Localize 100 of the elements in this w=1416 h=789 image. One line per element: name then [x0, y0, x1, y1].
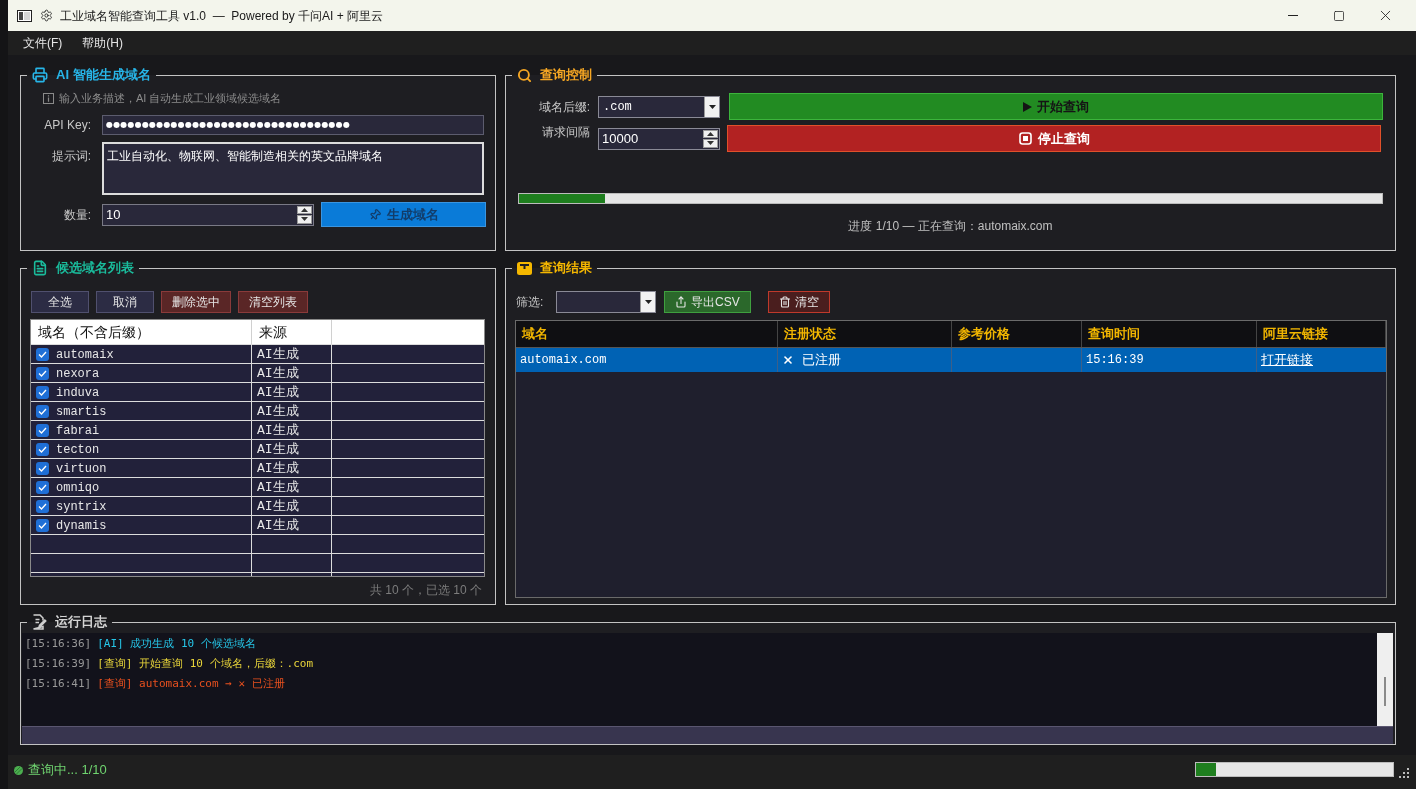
- panel-title: 查询控制: [540, 66, 592, 84]
- column-header: 参考价格: [952, 321, 1082, 347]
- status-dot-icon: [14, 765, 23, 775]
- status-text: 已注册: [802, 351, 841, 370]
- api-key-field[interactable]: ●●●●●●●●●●●●●●●●●●●●●●●●●●●●●●●●●●: [102, 115, 484, 135]
- table-cell: 15:16:39: [1082, 348, 1257, 372]
- list-button[interactable]: 删除选中: [161, 291, 231, 313]
- table-cell: AI生成: [252, 440, 332, 460]
- panel-title: 候选域名列表: [56, 259, 134, 277]
- field-label: 请求间隔: [541, 124, 590, 141]
- table-row[interactable]: automaix.com 已注册 15:16:39 打开链接: [516, 348, 1386, 372]
- document-icon: [32, 260, 48, 276]
- table-cell: AI生成: [252, 516, 332, 536]
- domain-name: syntrix: [56, 498, 107, 516]
- caret-down-icon: [644, 300, 652, 304]
- domain-name: automaix: [56, 346, 114, 364]
- filter-label: 筛选:: [516, 294, 545, 311]
- caret-up-icon: [301, 207, 308, 212]
- gear-icon: [40, 9, 53, 22]
- caret-down-icon: [301, 217, 308, 222]
- field-label: API Key:: [43, 117, 91, 134]
- maximize-icon: [1333, 9, 1345, 22]
- column-header: 域名: [516, 321, 778, 347]
- spin-down-button[interactable]: [297, 215, 312, 224]
- checkbox[interactable]: [36, 386, 49, 400]
- checkbox[interactable]: [36, 481, 49, 495]
- menu-item[interactable]: 帮助(H): [74, 32, 131, 54]
- checkbox[interactable]: [36, 424, 49, 438]
- log-message: [AI] 成功生成 10 个候选域名: [97, 635, 256, 652]
- checkbox[interactable]: [36, 405, 49, 419]
- interval-spinbox[interactable]: 10000: [598, 127, 720, 150]
- table-cell: AI生成: [252, 459, 332, 479]
- domain-name: omniqo: [56, 479, 100, 497]
- start-query-button[interactable]: 开始查询: [729, 93, 1383, 120]
- window-title: 工业域名智能查询工具 v1.0 — Powered by 千问AI + 阿里云: [60, 7, 384, 25]
- checkbox[interactable]: [36, 462, 49, 476]
- spin-up-button[interactable]: [703, 129, 718, 138]
- list-button[interactable]: 清空列表: [238, 291, 308, 313]
- column-header: 来源: [252, 320, 332, 344]
- log-message: [查询] automaix.com → ✕ 已注册: [97, 675, 285, 692]
- domain-name: smartis: [56, 403, 107, 421]
- spin-up-button[interactable]: [297, 205, 312, 214]
- domain-name: tecton: [56, 441, 100, 459]
- column-header: 阿里云链接: [1257, 321, 1386, 347]
- field-label: 数量:: [62, 206, 91, 224]
- table-cell: AI生成: [252, 402, 332, 422]
- search-icon: [517, 67, 532, 83]
- checkbox[interactable]: [36, 348, 49, 362]
- prompt-field[interactable]: 工业自动化、物联网、智能制造相关的英文品牌域名: [102, 142, 484, 195]
- status-text: 查询中... 1/10: [28, 762, 107, 778]
- field-label: 提示词:: [50, 148, 91, 165]
- domain-name: dynamis: [56, 517, 107, 535]
- table-cell: AI生成: [252, 497, 332, 517]
- upload-icon: [675, 296, 687, 308]
- checkbox[interactable]: [36, 519, 49, 533]
- table-cell: AI生成: [252, 345, 332, 365]
- summary-text: 共 10 个，已选 10 个: [368, 582, 483, 598]
- spin-down-button[interactable]: [703, 139, 718, 148]
- stop-query-button[interactable]: 停止查询: [727, 125, 1381, 152]
- log-message: [查询] 开始查询 10 个域名，后缀：.com: [97, 655, 314, 672]
- table-cell: AI生成: [252, 421, 332, 441]
- list-button[interactable]: 全选: [31, 291, 89, 313]
- open-link[interactable]: 打开链接: [1261, 350, 1313, 370]
- resize-grip-icon: [1398, 767, 1410, 779]
- caret-down-icon: [708, 104, 716, 109]
- dropdown-button[interactable]: [640, 292, 655, 312]
- menu-item[interactable]: 文件(F): [15, 32, 71, 54]
- toolbar-button[interactable]: 清空: [767, 291, 830, 313]
- play-icon: [1023, 101, 1032, 112]
- domain-name: fabrai: [56, 422, 100, 440]
- table-cell: AI生成: [252, 383, 332, 403]
- column-header: 域名（不含后缀）: [31, 320, 252, 344]
- caret-down-icon: [707, 141, 714, 146]
- panel-title: 运行日志: [55, 613, 107, 631]
- info-icon: [43, 92, 54, 104]
- checkbox[interactable]: [36, 500, 49, 514]
- quantity-spinbox[interactable]: 10: [102, 203, 314, 226]
- hint-text: 输入业务描述，AI 自动生成工业领域候选域名: [59, 91, 282, 105]
- dropdown-button[interactable]: [704, 96, 719, 117]
- checkbox[interactable]: [36, 367, 49, 381]
- log-time: [15:16:36]: [25, 635, 92, 652]
- toolbar-button[interactable]: 导出CSV: [664, 291, 751, 313]
- printer-icon: [32, 67, 48, 83]
- table-cell: AI生成: [252, 478, 332, 498]
- table-cell: automaix.com: [516, 348, 778, 372]
- domain-name: virtuon: [56, 460, 107, 478]
- panel-title: 查询结果: [540, 259, 592, 277]
- domain-name: nexora: [56, 365, 100, 383]
- table-cell: AI生成: [252, 364, 332, 384]
- column-header: 查询时间: [1082, 321, 1257, 347]
- filter-select[interactable]: [556, 291, 656, 313]
- list-button[interactable]: 取消: [96, 291, 154, 313]
- checkbox[interactable]: [36, 443, 49, 457]
- minimize-icon: [1288, 15, 1298, 16]
- caret-up-icon: [707, 131, 714, 136]
- log-time: [15:16:39]: [25, 655, 92, 672]
- field-label: 域名后缀:: [537, 98, 590, 116]
- trash-icon: [778, 296, 791, 308]
- scrollbar[interactable]: [1377, 633, 1393, 726]
- suffix-select[interactable]: .com: [598, 95, 720, 118]
